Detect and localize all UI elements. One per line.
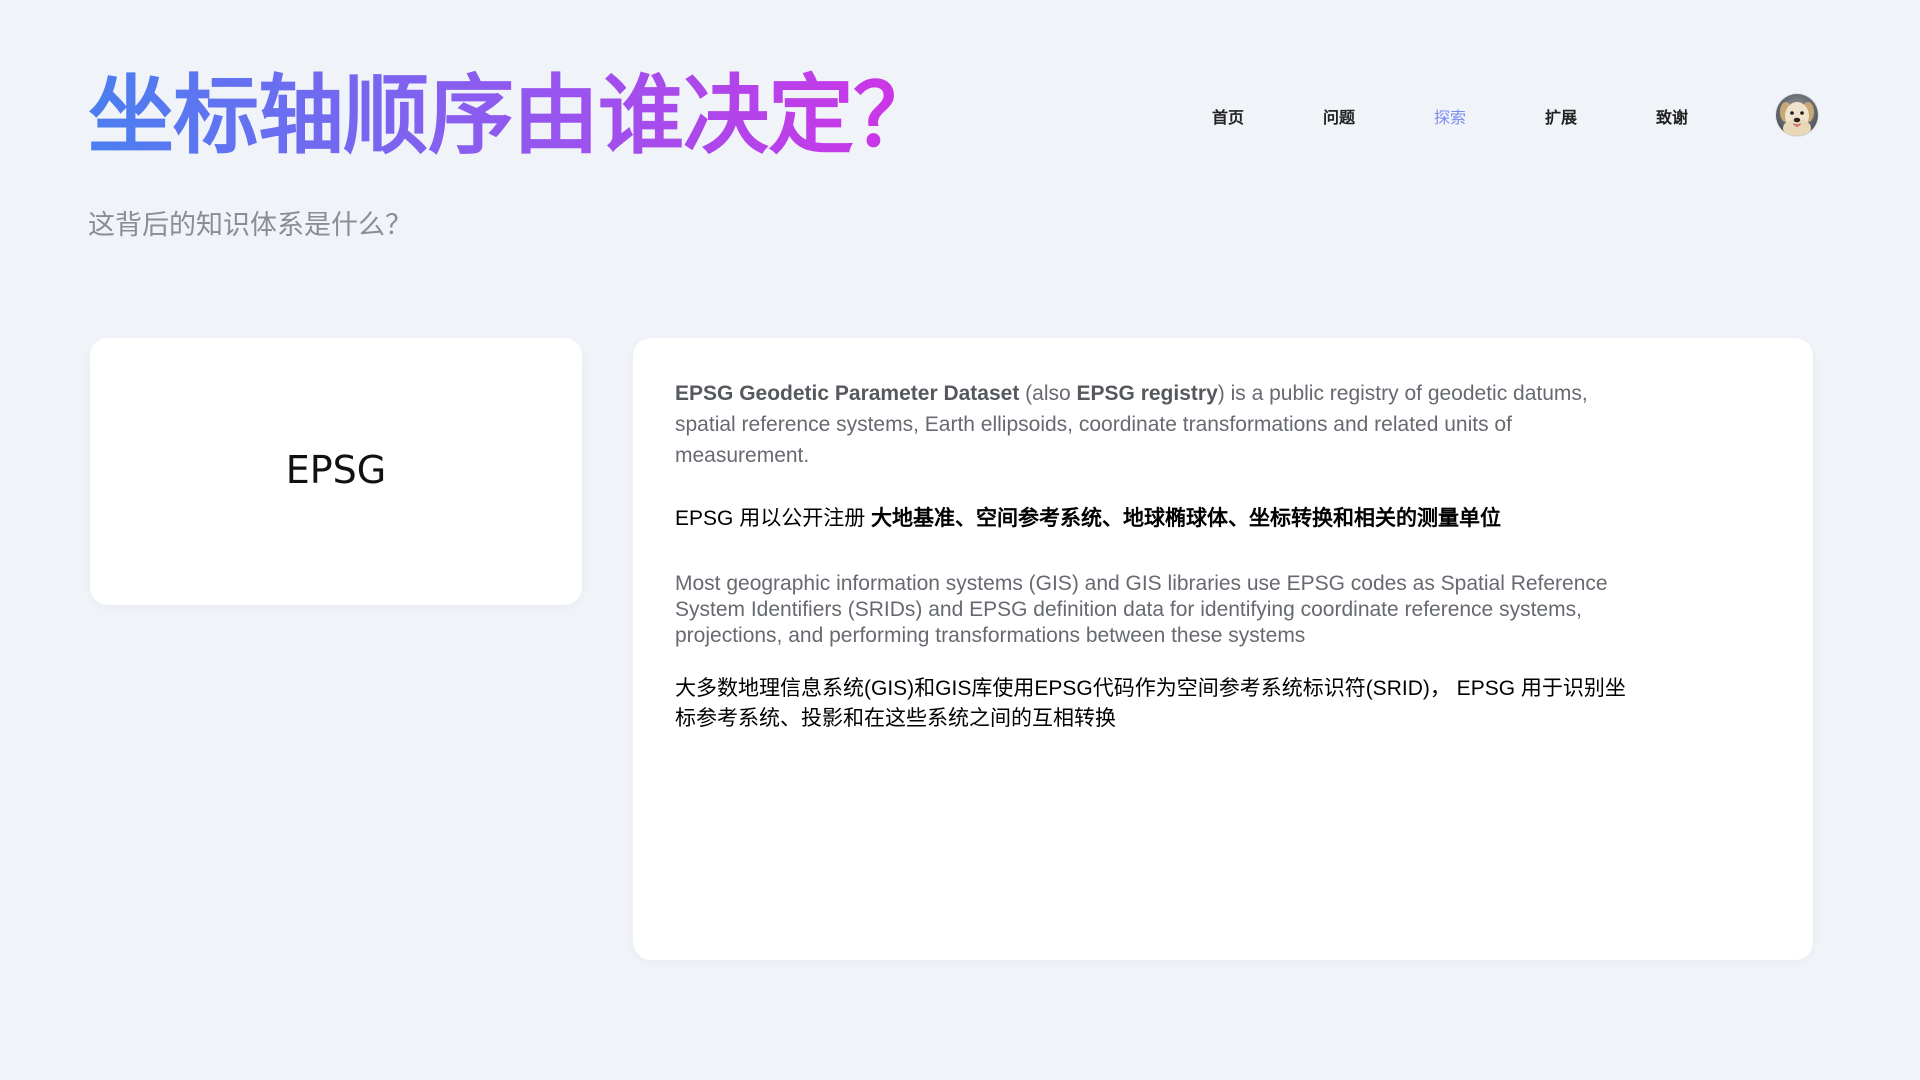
nav-item-home[interactable]: 首页 (1212, 104, 1244, 128)
dog-avatar-icon (1776, 94, 1818, 136)
nav-item-extend[interactable]: 扩展 (1545, 104, 1577, 128)
term-card-label: EPSG (285, 447, 387, 492)
description-cn-bold-1: 大地基准、空间参考系统、地球椭球体、坐标转换和相关的测量单位 (871, 507, 1502, 530)
description-cn-paragraph-1: EPSG 用以公开注册 大地基准、空间参考系统、地球椭球体、坐标转换和相关的测量… (675, 503, 1615, 534)
description-card: EPSG Geodetic Parameter Dataset (also EP… (633, 338, 1813, 960)
term-bold-registry: EPSG registry (1076, 382, 1218, 405)
term-bold-dataset: EPSG Geodetic Parameter Dataset (675, 382, 1020, 405)
description-en-text-1: (also (1019, 382, 1077, 405)
description-cn-paragraph-2: 大多数地理信息系统(GIS)和GIS库使用EPSG代码作为空间参考系统标识符(S… (675, 677, 1626, 730)
nav-item-explore[interactable]: 探索 (1434, 104, 1466, 128)
nav-item-thanks[interactable]: 致谢 (1656, 104, 1688, 128)
term-card[interactable]: EPSG (90, 338, 582, 605)
page-subtitle: 这背后的知识体系是什么？ (88, 210, 412, 240)
page-title: 坐标轴顺序由谁决定？ (88, 64, 939, 168)
nav-item-questions[interactable]: 问题 (1323, 104, 1355, 128)
description-content: EPSG Geodetic Parameter Dataset (also EP… (675, 378, 1626, 734)
description-en-paragraph-2: Most geographic information systems (GIS… (675, 572, 1608, 647)
top-nav: 首页 问题 探索 扩展 致谢 (1190, 100, 1690, 132)
description-cn-text-1: EPSG 用以公开注册 (675, 507, 872, 530)
description-en-paragraph-1: EPSG Geodetic Parameter Dataset (also EP… (675, 378, 1615, 471)
avatar[interactable] (1776, 94, 1818, 136)
